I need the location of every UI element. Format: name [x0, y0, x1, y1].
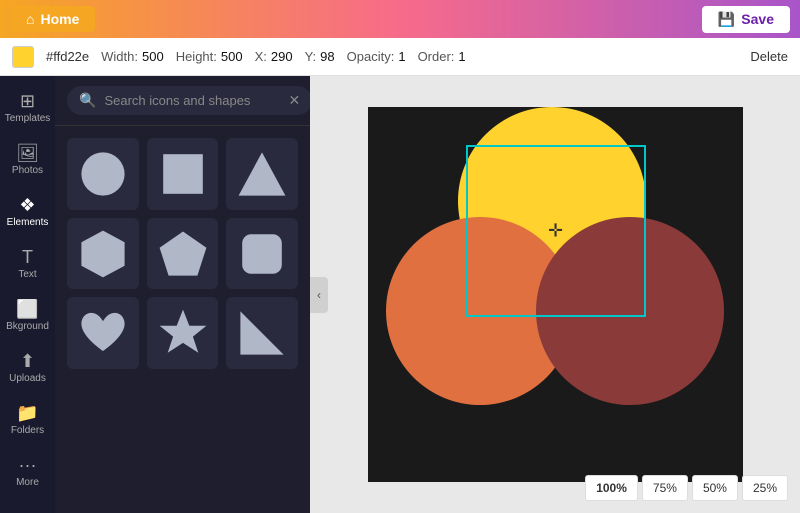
sidebar-nav: ⊞ Templates 🖼 Photos ❖ Elements T Text ⬜ Bkground…: [0, 76, 55, 513]
sidebar-item-templates[interactable]: ⊞ Templates: [4, 84, 52, 132]
shape-rounded-square[interactable]: [226, 218, 298, 290]
elements-icon: ❖: [19, 196, 35, 214]
opacity-label: Opacity:: [347, 49, 395, 64]
uploads-icon: ⬆: [20, 352, 35, 370]
shape-circle[interactable]: [67, 138, 139, 210]
sidebar-item-elements[interactable]: ❖ Elements: [4, 188, 52, 236]
zoom-btn-100[interactable]: 100%: [585, 475, 638, 501]
properties-bar: #ffd22e Width: 500 Height: 500 X: 290 Y:…: [0, 38, 800, 76]
collapse-panel-button[interactable]: ‹: [310, 277, 328, 313]
elements-panel: 🔍 ✕: [55, 76, 310, 513]
zoom-controls: 100%75%50%25%: [585, 475, 788, 501]
order-prop: Order: 1: [418, 49, 466, 64]
order-value: 1: [458, 49, 465, 64]
sidebar-item-photos[interactable]: 🖼 Photos: [4, 136, 52, 184]
home-icon: ⌂: [26, 11, 34, 27]
topbar: ⌂ Home 💾 Save: [0, 0, 800, 38]
zoom-btn-50[interactable]: 50%: [692, 475, 738, 501]
save-button[interactable]: 💾 Save: [702, 6, 790, 33]
shape-square[interactable]: [147, 138, 219, 210]
height-prop: Height: 500: [176, 49, 243, 64]
delete-button[interactable]: Delete: [750, 49, 788, 64]
templates-icon: ⊞: [20, 92, 35, 110]
main-content: ⊞ Templates 🖼 Photos ❖ Elements T Text ⬜ Bkground…: [0, 76, 800, 513]
sidebar-item-label: Folders: [11, 425, 44, 436]
more-icon: ···: [19, 456, 37, 474]
sidebar-item-label: More: [16, 477, 39, 488]
shape-pentagon[interactable]: [147, 218, 219, 290]
y-value: 98: [320, 49, 334, 64]
y-label: Y:: [305, 49, 317, 64]
search-input-wrap: 🔍 ✕: [67, 86, 312, 115]
x-value: 290: [271, 49, 293, 64]
home-label: Home: [40, 11, 79, 27]
search-bar: 🔍 ✕: [55, 76, 310, 126]
width-value: 500: [142, 49, 164, 64]
x-label: X:: [255, 49, 267, 64]
shape-triangle-right[interactable]: [226, 297, 298, 369]
photos-icon: 🖼: [16, 144, 39, 162]
sidebar-item-label: Text: [18, 269, 36, 280]
sidebar-item-more[interactable]: ··· More: [4, 448, 52, 496]
sidebar-item-text[interactable]: T Text: [4, 240, 52, 288]
opacity-prop: Opacity: 1: [347, 49, 406, 64]
shapes-grid: [55, 126, 310, 381]
save-icon: 💾: [718, 11, 735, 28]
save-label: Save: [741, 11, 774, 27]
zoom-btn-75[interactable]: 75%: [642, 475, 688, 501]
circle-brown[interactable]: [536, 217, 724, 405]
shape-hexagon[interactable]: [67, 218, 139, 290]
height-value: 500: [221, 49, 243, 64]
clear-search-button[interactable]: ✕: [288, 92, 300, 109]
sidebar-item-label: Photos: [12, 165, 43, 176]
canvas[interactable]: ✛: [368, 107, 743, 482]
sidebar-item-label: Bkground: [6, 321, 49, 332]
color-swatch[interactable]: [12, 46, 34, 68]
opacity-value: 1: [398, 49, 405, 64]
shape-star[interactable]: [147, 297, 219, 369]
sidebar-item-label: Uploads: [9, 373, 46, 384]
home-button[interactable]: ⌂ Home: [10, 6, 95, 32]
zoom-btn-25[interactable]: 25%: [742, 475, 788, 501]
search-input[interactable]: [104, 93, 280, 108]
x-prop: X: 290: [255, 49, 293, 64]
width-label: Width:: [101, 49, 138, 64]
height-label: Height:: [176, 49, 217, 64]
text-icon: T: [22, 248, 33, 266]
canvas-area: ‹ ✛ 100%75%50%25%: [310, 76, 800, 513]
sidebar-item-label: Templates: [5, 113, 51, 124]
shape-triangle[interactable]: [226, 138, 298, 210]
y-prop: Y: 98: [305, 49, 335, 64]
sidebar-item-uploads[interactable]: ⬆ Uploads: [4, 344, 52, 392]
background-icon: ⬜: [16, 300, 38, 318]
sidebar-item-label: Elements: [7, 217, 49, 228]
folders-icon: 📁: [16, 404, 38, 422]
width-prop: Width: 500: [101, 49, 164, 64]
shape-heart[interactable]: [67, 297, 139, 369]
sidebar-item-folders[interactable]: 📁 Folders: [4, 396, 52, 444]
search-icon: 🔍: [79, 92, 96, 109]
order-label: Order:: [418, 49, 455, 64]
sidebar-item-background[interactable]: ⬜ Bkground: [4, 292, 52, 340]
color-hex-value: #ffd22e: [46, 49, 89, 64]
